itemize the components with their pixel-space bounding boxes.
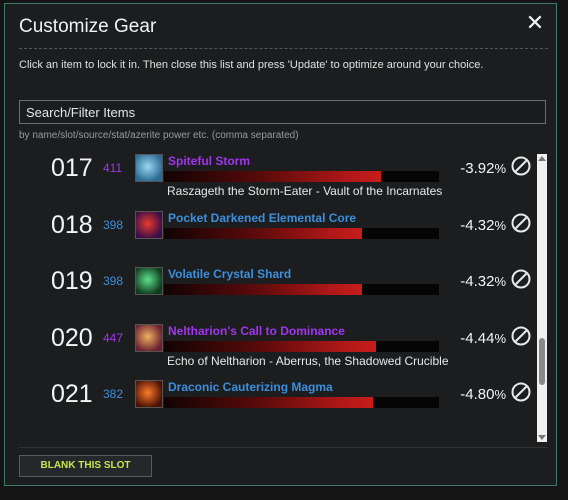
item-source: Raszageth the Storm-Eater - Vault of the…	[167, 184, 443, 198]
item-list: 017 411 Spiteful Storm Raszageth the Storm-…	[19, 150, 534, 442]
close-icon[interactable]: ✕	[522, 10, 548, 36]
title-divider	[19, 48, 548, 49]
scroll-down-arrow-icon[interactable]	[538, 435, 546, 440]
item-percent-value: -4.32	[460, 216, 495, 234]
item-rank: 020	[51, 323, 93, 352]
item-source: Echo of Neltharion - Aberrus, the Shadow…	[167, 353, 449, 368]
item-percent-value: -3.92	[460, 160, 495, 177]
magma-icon	[135, 380, 163, 408]
percent-sign: %	[494, 274, 506, 289]
customize-gear-dialog: Customize Gear ✕ Click an item to lock i…	[4, 3, 557, 486]
search-input[interactable]	[19, 100, 546, 124]
block-icon[interactable]	[510, 268, 532, 290]
score-bar-fill	[164, 397, 373, 408]
gear-item-row[interactable]: 017 411 Spiteful Storm Raszageth the Storm-…	[19, 150, 534, 207]
dragon-icon	[135, 323, 163, 352]
percent-sign: %	[494, 161, 506, 176]
gear-item-row[interactable]: 021 382 Draconic Cauterizing Magma -4.80%	[19, 376, 534, 433]
item-name[interactable]: Volatile Crystal Shard	[168, 267, 291, 281]
item-rank: 018	[51, 210, 93, 239]
search-hint: by name/slot/source/stat/azerite power e…	[19, 130, 299, 141]
block-icon[interactable]	[510, 325, 532, 347]
item-percent: -4.80%	[460, 386, 506, 403]
score-bar-fill	[164, 171, 382, 182]
scrollbar-thumb[interactable]	[539, 338, 545, 385]
score-bar-fill	[164, 227, 362, 239]
item-percent: -4.44%	[460, 330, 506, 347]
score-bar	[164, 284, 439, 295]
item-percent: -4.32%	[460, 217, 506, 234]
percent-sign: %	[494, 387, 506, 402]
dialog-title: Customize Gear	[19, 16, 157, 37]
item-level: 411	[103, 161, 123, 175]
score-bar	[164, 340, 439, 352]
blank-slot-button[interactable]: BLANK THIS SLOT	[19, 455, 152, 477]
block-icon[interactable]	[510, 212, 532, 234]
crystal-shard-icon	[135, 267, 163, 295]
storm-icon	[135, 154, 163, 182]
item-rank: 019	[51, 267, 93, 295]
instructions-text: Click an item to lock it in. Then close …	[19, 59, 484, 71]
item-name[interactable]: Spiteful Storm	[168, 154, 250, 168]
scroll-up-arrow-icon[interactable]	[538, 156, 546, 161]
score-bar-fill	[164, 284, 362, 295]
block-icon[interactable]	[510, 155, 532, 177]
item-level: 398	[103, 217, 124, 232]
item-percent-value: -4.80	[460, 386, 495, 403]
gear-item-row[interactable]: 020 447 Neltharion's Call to Dominance Echo…	[19, 320, 534, 377]
item-level: 398	[103, 274, 124, 288]
footer-divider	[19, 447, 548, 448]
score-bar	[164, 397, 439, 408]
core-icon	[135, 210, 163, 239]
block-icon[interactable]	[510, 381, 532, 403]
score-bar-fill	[164, 340, 376, 352]
item-level: 447	[103, 330, 124, 345]
item-percent-value: -4.44	[460, 329, 495, 347]
gear-item-row[interactable]: 019 398 Volatile Crystal Shard -4.32%	[19, 263, 534, 320]
item-percent: -4.32%	[460, 273, 506, 290]
item-rank: 017	[51, 154, 93, 182]
item-percent: -3.92%	[460, 160, 506, 177]
item-level: 382	[103, 387, 124, 401]
gear-item-row[interactable]: 018 398 Pocket Darkened Elemental Core -4.3…	[19, 207, 534, 264]
percent-sign: %	[494, 330, 506, 346]
item-name[interactable]: Draconic Cauterizing Magma	[168, 380, 333, 394]
item-name[interactable]: Neltharion's Call to Dominance	[168, 324, 345, 338]
item-percent-value: -4.32	[460, 273, 495, 290]
score-bar	[164, 171, 439, 182]
item-rank: 021	[51, 380, 93, 408]
scrollbar[interactable]	[537, 154, 547, 442]
score-bar	[164, 227, 439, 239]
percent-sign: %	[494, 217, 506, 233]
item-name[interactable]: Pocket Darkened Elemental Core	[168, 211, 356, 225]
